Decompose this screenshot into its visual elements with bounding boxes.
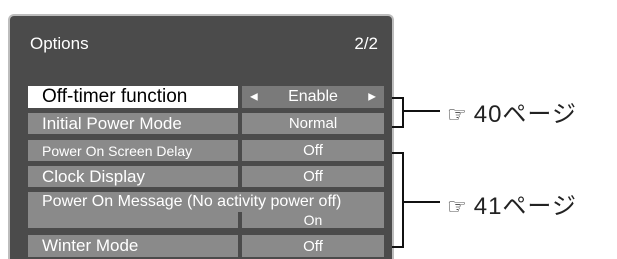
menu-row-power-on-message[interactable]: Power On Message (No activity power off)… [28,192,384,228]
menu-row-winter-mode[interactable]: Winter Mode Off [28,235,384,257]
menu-item-value: Enable [288,88,338,105]
menu-item-value: On [242,212,384,228]
page-reference-text: 40ページ [473,101,577,128]
menu-row-clock-display[interactable]: Clock Display Off [28,166,384,187]
reference-leader-line [404,201,440,203]
pointing-hand-icon: ☞ [447,194,468,219]
menu-row-off-timer[interactable]: Off-timer function ◀ Enable ▶ [28,86,384,108]
page-reference-41: ☞ 41ページ [447,186,577,221]
menu-item-label: Winter Mode [28,235,238,257]
menu-item-label: Clock Display [28,166,238,187]
menu-item-value: Off [242,166,384,187]
reference-bracket [392,97,404,128]
pointing-hand-icon: ☞ [447,102,468,127]
menu-row-initial-power-mode[interactable]: Initial Power Mode Normal [28,113,384,134]
menu-item-value-selector[interactable]: ◀ Enable ▶ [242,86,384,108]
page-reference-40: ☞ 40ページ [447,94,577,129]
menu-item-label: Initial Power Mode [28,113,238,134]
menu-title: Options [30,34,89,53]
menu-item-label: Off-timer function [28,86,238,108]
reference-leader-line [404,110,440,112]
menu-row-power-on-screen-delay[interactable]: Power On Screen Delay Off [28,140,384,161]
arrow-left-icon[interactable]: ◀ [250,92,258,103]
menu-item-label: Power On Message (No activity power off) [28,192,384,212]
page-reference-text: 41ページ [473,193,577,220]
menu-item-label: Power On Screen Delay [28,140,238,161]
reference-bracket [392,152,404,248]
menu-item-value: Normal [242,113,384,134]
menu-item-value: Off [242,140,384,161]
menu-page-indicator: 2/2 [354,34,378,53]
arrow-right-icon[interactable]: ▶ [368,92,376,103]
menu-item-value: Off [242,235,384,257]
